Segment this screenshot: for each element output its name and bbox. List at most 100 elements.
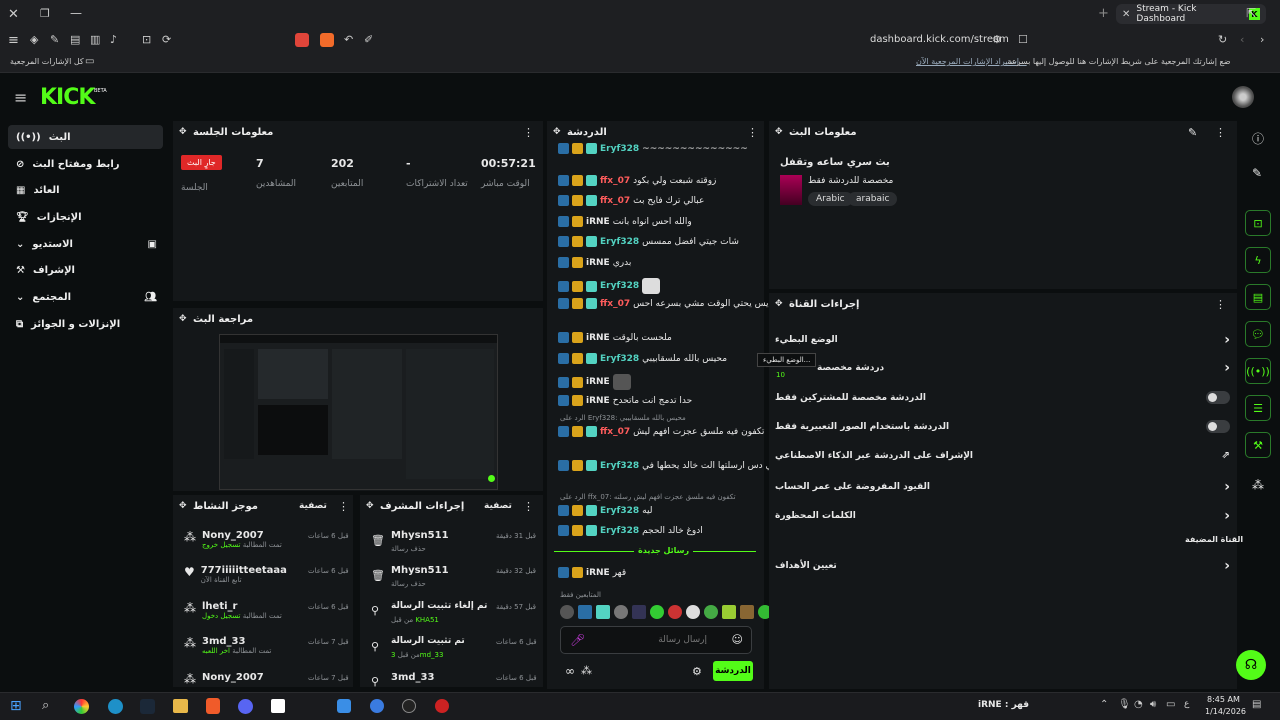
chat-notification[interactable]: قهر : iRNE bbox=[978, 700, 1029, 710]
mic-tray-icon[interactable]: 🎙︎ bbox=[1118, 699, 1131, 710]
search-icon[interactable]: ⌕ bbox=[42, 698, 49, 713]
nav-item-revenue[interactable]: ▦ العائد bbox=[8, 178, 163, 202]
chat-message[interactable]: ffx_07 زوقته شبعت ولي بكود bbox=[558, 175, 716, 186]
file-explorer-icon[interactable] bbox=[173, 699, 188, 713]
emotes-only-row[interactable]: الدردشة باستخدام الصور التعبيرية فقط bbox=[775, 420, 1230, 433]
tab-search-icon[interactable]: ⇱ bbox=[1246, 6, 1256, 20]
obs-icon[interactable] bbox=[402, 699, 416, 713]
age-limits-row[interactable]: القيود المفروضة على عمر الحساب › bbox=[775, 479, 1230, 495]
kick-logo[interactable]: KICK bbox=[40, 85, 95, 110]
chat-message[interactable]: Eryf328 ~~~~~~~~~~~~~~ bbox=[558, 143, 748, 154]
chat-message[interactable]: iRNE والله احس انواه بانت bbox=[558, 216, 692, 227]
emotes-only-toggle[interactable] bbox=[1206, 420, 1230, 433]
drag-handle-icon[interactable]: ✥ bbox=[775, 299, 783, 309]
emote-icon[interactable] bbox=[650, 605, 664, 619]
clock-date[interactable]: 1/14/2026 bbox=[1205, 707, 1246, 716]
active-tab[interactable]: ✕ Stream - Kick Dashboard K bbox=[1116, 4, 1266, 24]
chat-message[interactable]: iRNE ملحست بالوقت bbox=[558, 332, 672, 343]
nav-item-stream-key[interactable]: ⊘ رابط ومفتاح البث bbox=[8, 152, 163, 176]
drag-handle-icon[interactable]: ✥ bbox=[179, 314, 187, 324]
emote-bar[interactable] bbox=[560, 605, 772, 619]
chat-message[interactable]: ffx_07 عبالي ترك فايح بث bbox=[558, 195, 704, 206]
rail-list-button[interactable]: ▤ bbox=[1245, 284, 1271, 310]
all-bookmarks[interactable]: كل الإشارات المرجعية bbox=[10, 57, 84, 66]
emote-icon[interactable] bbox=[614, 605, 628, 619]
nav-item-studio[interactable]: ⌄ الاستديو ▣ bbox=[8, 232, 163, 256]
drag-handle-icon[interactable]: ✥ bbox=[775, 127, 783, 137]
mic-icon[interactable]: 🎤︎ bbox=[570, 633, 585, 647]
extensions-icon[interactable]: ⟳ bbox=[162, 33, 171, 46]
edit-pencil-icon[interactable]: ✎ bbox=[1188, 126, 1197, 139]
wifi-icon[interactable]: ◔ bbox=[1134, 699, 1143, 710]
puzzle-icon[interactable]: ✎ bbox=[50, 33, 59, 46]
support-button[interactable]: ☊ bbox=[1236, 650, 1266, 680]
rail-tools-button[interactable]: ⚒ bbox=[1245, 432, 1271, 458]
address-bar[interactable]: dashboard.kick.com/stream bbox=[870, 34, 1009, 45]
emote-icon[interactable] bbox=[668, 605, 682, 619]
close-window-icon[interactable]: ✕ bbox=[8, 7, 19, 22]
avatar[interactable] bbox=[1232, 86, 1254, 108]
screenshot-icon[interactable]: ⊡ bbox=[142, 33, 151, 46]
tag-arabaic[interactable]: arabaic bbox=[848, 192, 898, 206]
subs-only-toggle[interactable] bbox=[1206, 391, 1230, 404]
infinity-icon[interactable]: ∞ bbox=[565, 664, 575, 678]
more-menu-icon[interactable]: ⋮ bbox=[523, 126, 534, 139]
info-icon[interactable]: ⓘ bbox=[1252, 130, 1264, 147]
rail-live-button[interactable]: ((•)) bbox=[1245, 358, 1271, 384]
drag-handle-icon[interactable]: ✥ bbox=[179, 501, 187, 511]
ai-mod-row[interactable]: الإشراف على الدردشة عبر الذكاء الاصطناعي… bbox=[775, 450, 1230, 461]
more-menu-icon[interactable]: ⋮ bbox=[747, 126, 758, 139]
app-icon[interactable] bbox=[337, 699, 351, 713]
chat-message[interactable]: Eryf328 ادوغ خالد الحجم bbox=[558, 525, 703, 536]
chat-message[interactable]: iRNE bbox=[558, 374, 631, 390]
nav-item-stream[interactable]: ((•)) البث bbox=[8, 125, 163, 149]
chat-message[interactable]: iRNE قهر bbox=[558, 567, 626, 578]
category-name[interactable]: مخصصة للدردشة فقط bbox=[808, 176, 893, 186]
dots-icon[interactable]: ⁂ bbox=[1252, 478, 1264, 492]
stream-preview-video[interactable] bbox=[219, 334, 498, 490]
nav-item-moderation[interactable]: ⚒ الإشراف bbox=[8, 258, 163, 282]
site-settings-icon[interactable]: ⚙ bbox=[992, 33, 1002, 46]
chat-message[interactable]: Eryf328 شات جيتي افضل ممسس bbox=[558, 236, 739, 247]
drag-handle-icon[interactable]: ✥ bbox=[179, 127, 187, 137]
steam-icon[interactable] bbox=[140, 699, 155, 714]
pencil-icon[interactable]: ✎ bbox=[1252, 166, 1262, 180]
chat-message[interactable]: Eryf328 ليه bbox=[558, 505, 652, 516]
menu-icon[interactable]: ≡ bbox=[8, 33, 19, 48]
brave-icon[interactable] bbox=[206, 698, 220, 714]
rail-panels-button[interactable]: ☰ bbox=[1245, 395, 1271, 421]
chat-message[interactable]: iRNE حدا تدمج انت ماتحدح bbox=[558, 395, 692, 406]
more-menu-icon[interactable]: ⋮ bbox=[1215, 126, 1226, 139]
more-menu-icon[interactable]: ⋮ bbox=[1215, 298, 1226, 311]
emoji-icon[interactable]: ☺ bbox=[732, 633, 743, 646]
more-menu-icon[interactable]: ⋮ bbox=[523, 500, 534, 513]
undo-icon[interactable]: ↶ bbox=[344, 33, 353, 46]
chat-message[interactable]: Eryf328 bbox=[558, 278, 661, 294]
tray-chevron-icon[interactable]: ⌃ bbox=[1100, 699, 1108, 710]
start-icon[interactable]: ⊞ bbox=[10, 698, 22, 714]
edge-icon[interactable] bbox=[108, 699, 123, 714]
new-tab-icon[interactable]: + bbox=[1098, 6, 1109, 21]
modlog-filter[interactable]: تصفية bbox=[484, 501, 512, 511]
close-tab-icon[interactable]: ✕ bbox=[1122, 9, 1130, 20]
volume-icon[interactable]: 🔊︎ bbox=[1150, 699, 1156, 710]
drag-handle-icon[interactable]: ✥ bbox=[553, 127, 561, 137]
dots-icon[interactable]: ⁂ bbox=[581, 664, 592, 677]
nav-item-community[interactable]: ⌄ المجتمع 👥︎ bbox=[8, 285, 163, 309]
brave-shield-icon[interactable] bbox=[320, 33, 334, 47]
back-icon[interactable]: › bbox=[1260, 33, 1264, 46]
rail-focus-button[interactable]: ⊡ bbox=[1245, 210, 1271, 236]
app-icon[interactable] bbox=[370, 699, 384, 713]
send-chat-button[interactable]: الدردشة bbox=[713, 661, 753, 681]
more-menu-icon[interactable]: ⋮ bbox=[338, 500, 349, 513]
music-icon[interactable]: ♪ bbox=[110, 33, 117, 46]
drag-handle-icon[interactable]: ✥ bbox=[366, 501, 374, 511]
notification-icon[interactable]: ▤ bbox=[1252, 699, 1261, 710]
emote-icon[interactable] bbox=[632, 605, 646, 619]
minimize-icon[interactable]: — bbox=[70, 6, 82, 20]
subs-only-row[interactable]: الدردشة مخصصة للمشتركين فقط bbox=[775, 391, 1230, 404]
chat-message[interactable]: Eryf328 في دس ارسلتها الت خالد يحطها في bbox=[558, 460, 777, 471]
sidebar-icon[interactable]: ▥ bbox=[90, 33, 100, 46]
forward-icon[interactable]: ‹ bbox=[1240, 33, 1244, 46]
emote-icon[interactable] bbox=[704, 605, 718, 619]
